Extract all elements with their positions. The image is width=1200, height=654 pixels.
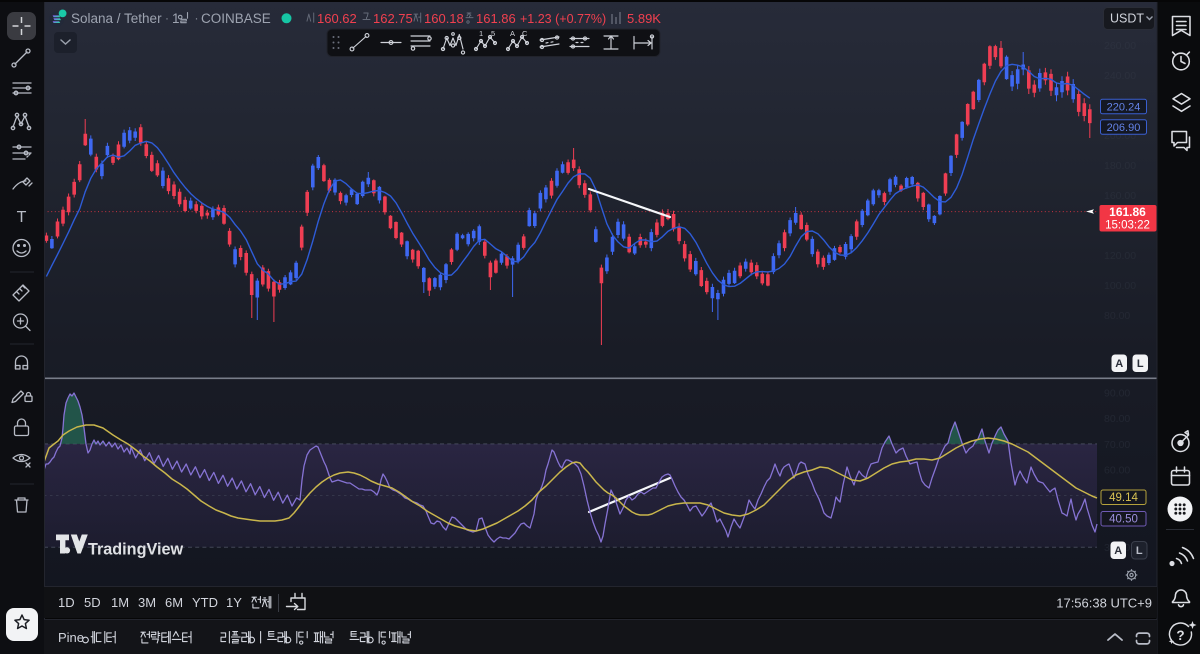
- svg-text:L: L: [1136, 545, 1143, 557]
- svg-text:220.24: 220.24: [1107, 102, 1141, 114]
- svg-text:TradingView: TradingView: [88, 541, 183, 559]
- svg-text:A: A: [510, 29, 515, 38]
- svg-text:40.50: 40.50: [1109, 514, 1138, 526]
- svg-text:260.00: 260.00: [1104, 40, 1136, 52]
- svg-text:100.00: 100.00: [1104, 280, 1136, 292]
- svg-text:YTD: YTD: [192, 595, 218, 610]
- svg-text:70.00: 70.00: [1104, 439, 1130, 451]
- svg-text:161.86: 161.86: [1109, 205, 1146, 219]
- svg-text:3M: 3M: [138, 595, 156, 610]
- svg-text:15:03:22: 15:03:22: [1105, 220, 1150, 232]
- svg-text:161.86: 161.86: [476, 11, 516, 26]
- svg-text:5D: 5D: [84, 595, 101, 610]
- svg-text:240.00: 240.00: [1104, 70, 1136, 82]
- svg-text:80.00: 80.00: [1104, 413, 1130, 425]
- svg-text:5.89K: 5.89K: [627, 11, 661, 26]
- svg-text:120.00: 120.00: [1104, 250, 1136, 262]
- svg-text:206.90: 206.90: [1107, 122, 1141, 134]
- svg-text:160.00: 160.00: [1104, 190, 1136, 202]
- svg-text:1Y: 1Y: [226, 595, 242, 610]
- svg-text:+1.23 (+0.77%): +1.23 (+0.77%): [520, 12, 606, 26]
- svg-text:L: L: [1137, 358, 1144, 370]
- svg-text:Pine: Pine: [58, 630, 84, 645]
- svg-text:1: 1: [479, 29, 483, 38]
- svg-text:160.18: 160.18: [424, 11, 464, 26]
- svg-text:6M: 6M: [165, 595, 183, 610]
- svg-text:160.62: 160.62: [317, 11, 357, 26]
- svg-text:·: ·: [165, 11, 169, 25]
- svg-text:C: C: [522, 29, 528, 38]
- svg-text:5: 5: [491, 29, 495, 38]
- svg-text:COINBASE: COINBASE: [201, 11, 271, 26]
- svg-text:Solana / Tether: Solana / Tether: [71, 11, 162, 26]
- svg-text:?: ?: [1176, 628, 1184, 643]
- svg-text:1D: 1D: [58, 595, 75, 610]
- svg-text:USDT: USDT: [1110, 12, 1144, 26]
- svg-text:T: T: [17, 209, 27, 226]
- svg-text:17:56:38 UTC+9: 17:56:38 UTC+9: [1056, 596, 1152, 611]
- svg-text:80.00: 80.00: [1104, 310, 1130, 322]
- svg-text:A: A: [1114, 545, 1122, 557]
- svg-text:49.14: 49.14: [1109, 492, 1138, 504]
- svg-text:A: A: [1115, 358, 1123, 370]
- svg-text:180.00: 180.00: [1104, 160, 1136, 172]
- svg-text:90.00: 90.00: [1104, 388, 1130, 400]
- svg-text:60.00: 60.00: [1104, 465, 1130, 477]
- svg-text:·: ·: [195, 11, 199, 25]
- svg-text:1M: 1M: [111, 595, 129, 610]
- svg-text:162.75: 162.75: [373, 11, 413, 26]
